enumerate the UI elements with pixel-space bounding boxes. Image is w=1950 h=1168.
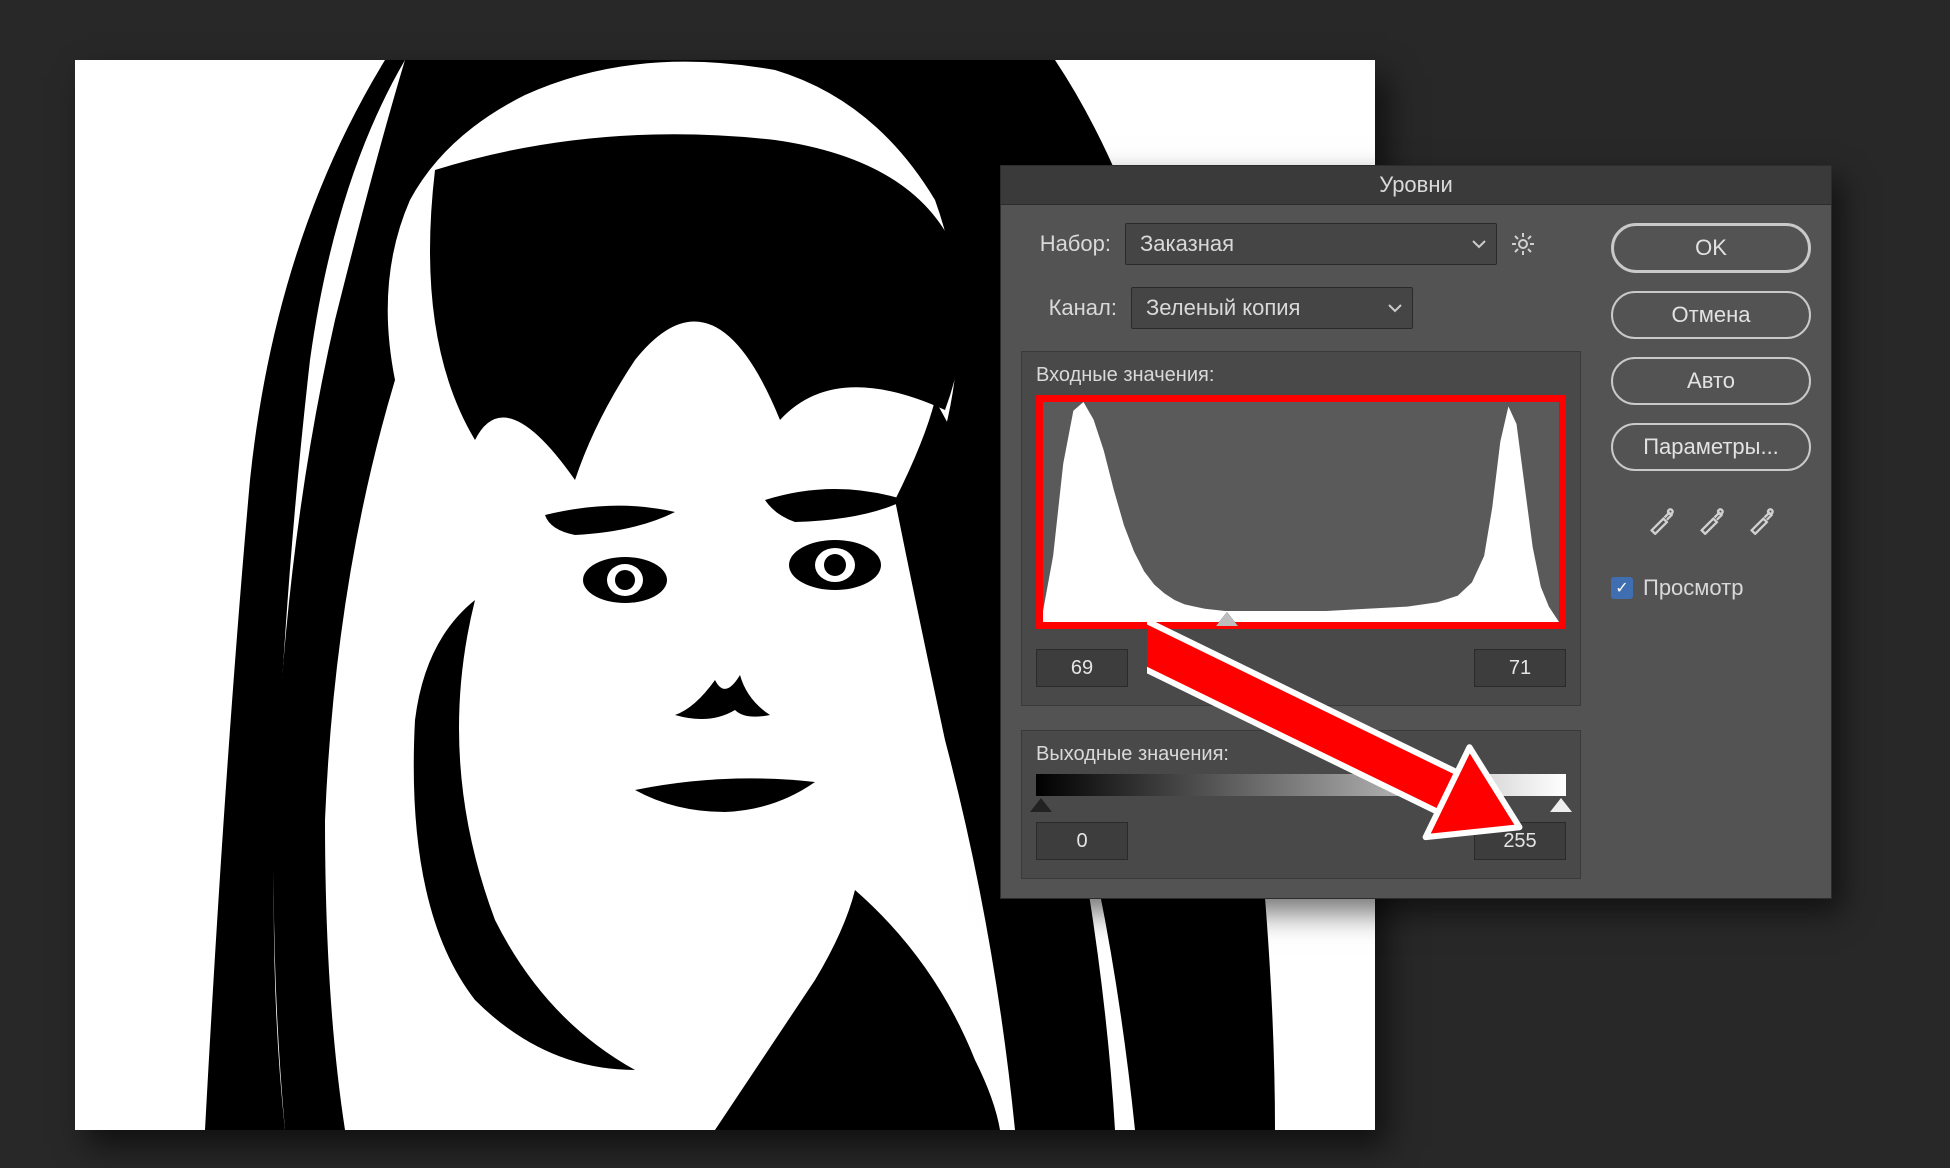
- eyedropper-white-icon[interactable]: [1747, 507, 1775, 535]
- histogram[interactable]: [1043, 402, 1559, 622]
- preset-value: Заказная: [1140, 231, 1234, 257]
- eyedropper-group: [1611, 507, 1811, 535]
- gamma-slider-handle[interactable]: [1216, 622, 1238, 636]
- input-white-field[interactable]: 71: [1474, 649, 1566, 687]
- output-levels-label: Выходные значения:: [1036, 743, 1566, 766]
- chevron-down-icon: [1388, 303, 1402, 313]
- preview-checkbox[interactable]: ✓: [1611, 577, 1633, 599]
- cancel-button[interactable]: Отмена: [1611, 291, 1811, 339]
- channel-row: Канал: Зеленый копия: [1039, 287, 1581, 329]
- input-levels-panel: Входные значения: 69 71: [1021, 351, 1581, 706]
- output-black-field[interactable]: 0: [1036, 822, 1128, 860]
- preset-select[interactable]: Заказная: [1125, 223, 1497, 265]
- channel-select[interactable]: Зеленый копия: [1131, 287, 1413, 329]
- channel-value: Зеленый копия: [1146, 295, 1300, 321]
- input-levels-label: Входные значения:: [1036, 364, 1566, 387]
- dialog-title[interactable]: Уровни: [1001, 166, 1831, 205]
- preview-row[interactable]: ✓ Просмотр: [1611, 575, 1811, 601]
- output-white-field[interactable]: 255: [1474, 822, 1566, 860]
- gear-icon[interactable]: [1511, 232, 1535, 256]
- auto-button[interactable]: Авто: [1611, 357, 1811, 405]
- output-black-handle[interactable]: [1030, 798, 1052, 812]
- preview-label: Просмотр: [1643, 575, 1743, 601]
- output-white-handle[interactable]: [1550, 798, 1572, 812]
- preset-row: Набор: Заказная: [1021, 223, 1581, 265]
- ok-button[interactable]: OK: [1611, 223, 1811, 273]
- chevron-down-icon: [1472, 239, 1486, 249]
- input-black-field[interactable]: 69: [1036, 649, 1128, 687]
- output-levels-panel: Выходные значения: 0 255: [1021, 730, 1581, 879]
- output-gradient[interactable]: [1036, 774, 1566, 796]
- eyedropper-gray-icon[interactable]: [1697, 507, 1725, 535]
- preset-label: Набор:: [1021, 231, 1111, 257]
- levels-dialog: Уровни Набор: Заказная Канал:: [1000, 165, 1832, 899]
- options-button[interactable]: Параметры...: [1611, 423, 1811, 471]
- histogram-highlight: [1036, 395, 1566, 629]
- eyedropper-black-icon[interactable]: [1647, 507, 1675, 535]
- channel-label: Канал:: [1039, 295, 1117, 321]
